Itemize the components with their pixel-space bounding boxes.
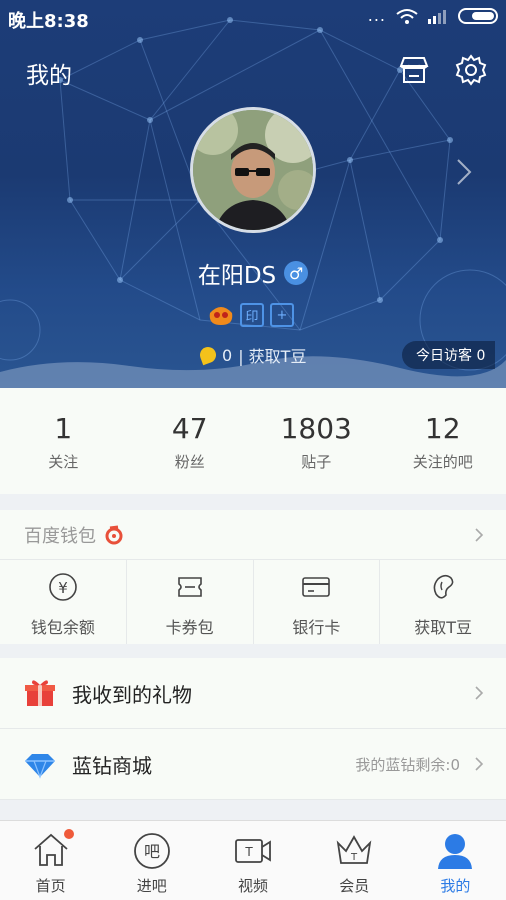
chevron-right-icon — [475, 686, 484, 700]
stat-number: 1 — [54, 412, 73, 445]
profile-header: 晚上8:38 ... 我的 在阳DS ♂ 印 + 0 | 获取T豆 今日访客 0 — [0, 0, 506, 388]
yuan-icon: ¥ — [49, 573, 77, 601]
stat-label: 贴子 — [301, 453, 332, 471]
tbean-icon — [197, 344, 219, 366]
signal-icon — [428, 10, 446, 24]
battery-icon — [458, 8, 498, 24]
coupon-button[interactable]: 卡券包 — [127, 560, 254, 644]
store-icon[interactable] — [398, 54, 430, 86]
stat-number: 1803 — [280, 412, 352, 445]
chevron-right-icon — [475, 757, 484, 771]
svg-text:¥: ¥ — [58, 579, 68, 597]
video-glyph: T — [244, 845, 253, 859]
bottom-tab-bar: 首页 吧 进吧 T 视频 T 会员 我的 — [0, 820, 506, 900]
wallet-logo-icon — [105, 525, 123, 544]
avatar[interactable] — [190, 107, 316, 233]
list-item-blue-diamond-mall[interactable]: 蓝钻商城 我的蓝钻剩余:0 — [0, 729, 506, 800]
wifi-icon — [396, 9, 418, 24]
wallet-grid: ¥ 钱包余额 卡券包 银行卡 获取T豆 — [0, 560, 506, 644]
ticket-icon — [177, 577, 202, 597]
bank-card-button[interactable]: 银行卡 — [254, 560, 381, 644]
stat-posts[interactable]: 1803 贴子 — [253, 388, 380, 494]
avatar-photo — [193, 110, 313, 230]
status-icons: ... — [368, 8, 498, 24]
stat-label: 粉丝 — [174, 453, 205, 471]
wallet-item-label: 银行卡 — [292, 618, 341, 637]
stat-label: 关注的吧 — [412, 453, 473, 471]
list-item-label: 蓝钻商城 — [72, 753, 152, 778]
wallet-item-label: 卡券包 — [165, 618, 214, 637]
stat-number: 12 — [424, 412, 461, 445]
stat-label: 关注 — [48, 453, 79, 471]
blue-diamond-balance: 我的蓝钻剩余:0 — [355, 755, 460, 774]
crown-icon: T — [336, 835, 372, 864]
tab-label: 会员 — [339, 877, 370, 895]
username-row: 在阳DS ♂ — [0, 256, 506, 290]
tab-video[interactable]: T 视频 — [202, 821, 303, 900]
bank-card-icon — [302, 577, 331, 597]
get-tbean-link[interactable]: | 获取T豆 — [238, 343, 306, 367]
stats-bar: 1 关注 47 粉丝 1803 贴子 12 关注的吧 — [0, 388, 506, 494]
stat-followed-bars[interactable]: 12 关注的吧 — [380, 388, 506, 494]
ba-icon: 吧 — [133, 833, 170, 869]
bean-icon — [433, 574, 454, 599]
tab-enter-bar[interactable]: 吧 进吧 — [101, 821, 202, 900]
menu-list: 我收到的礼物 蓝钻商城 我的蓝钻剩余:0 — [0, 658, 506, 800]
status-bar: 晚上8:38 ... — [0, 0, 506, 34]
username: 在阳DS — [197, 263, 277, 289]
person-icon — [438, 834, 473, 869]
wallet-title: 百度钱包 — [24, 525, 96, 547]
list-item-label: 我收到的礼物 — [72, 682, 192, 707]
tab-label: 进吧 — [136, 877, 167, 895]
video-icon: T — [235, 839, 271, 863]
tab-label: 首页 — [35, 877, 66, 895]
wallet-item-label: 钱包余额 — [30, 618, 95, 637]
diamond-icon — [25, 754, 55, 779]
add-badge-button[interactable]: + — [270, 303, 294, 327]
stat-number: 47 — [171, 412, 208, 445]
tbean-count: 0 — [222, 345, 233, 365]
gender-male-icon: ♂ — [284, 261, 309, 285]
tbean-row[interactable]: 0 | 获取T豆 — [197, 343, 306, 367]
game-badge-icon[interactable] — [208, 303, 234, 327]
today-visitors[interactable]: 今日访客 0 — [402, 341, 496, 369]
gift-icon — [25, 680, 55, 706]
status-time: 晚上8:38 — [8, 11, 89, 32]
chevron-right-icon[interactable] — [452, 156, 476, 188]
badge-row: 印 + — [208, 303, 294, 327]
get-tbean-button[interactable]: 获取T豆 — [380, 560, 506, 644]
yin-badge[interactable]: 印 — [240, 303, 264, 327]
more-dots: ... — [367, 6, 386, 25]
tab-home[interactable]: 首页 — [0, 821, 101, 900]
wallet-balance-button[interactable]: ¥ 钱包余额 — [0, 560, 127, 644]
wallet-item-label: 获取T豆 — [414, 618, 473, 637]
list-item-gifts[interactable]: 我收到的礼物 — [0, 658, 506, 729]
stat-fans[interactable]: 47 粉丝 — [127, 388, 254, 494]
tab-label: 视频 — [238, 877, 269, 895]
ba-glyph: 吧 — [144, 842, 160, 861]
notification-dot — [64, 829, 74, 839]
page-title: 我的 — [26, 63, 72, 89]
chevron-right-icon[interactable] — [474, 527, 484, 543]
wallet-header[interactable]: 百度钱包 — [0, 510, 506, 560]
baidu-wallet-section: 百度钱包 ¥ 钱包余额 卡券包 银行卡 获取T豆 — [0, 510, 506, 644]
tab-label: 我的 — [440, 877, 471, 895]
tab-member[interactable]: T 会员 — [304, 821, 405, 900]
gear-icon[interactable] — [455, 54, 487, 86]
tab-mine[interactable]: 我的 — [405, 821, 506, 900]
crown-glyph: T — [350, 852, 358, 863]
stat-following[interactable]: 1 关注 — [0, 388, 127, 494]
